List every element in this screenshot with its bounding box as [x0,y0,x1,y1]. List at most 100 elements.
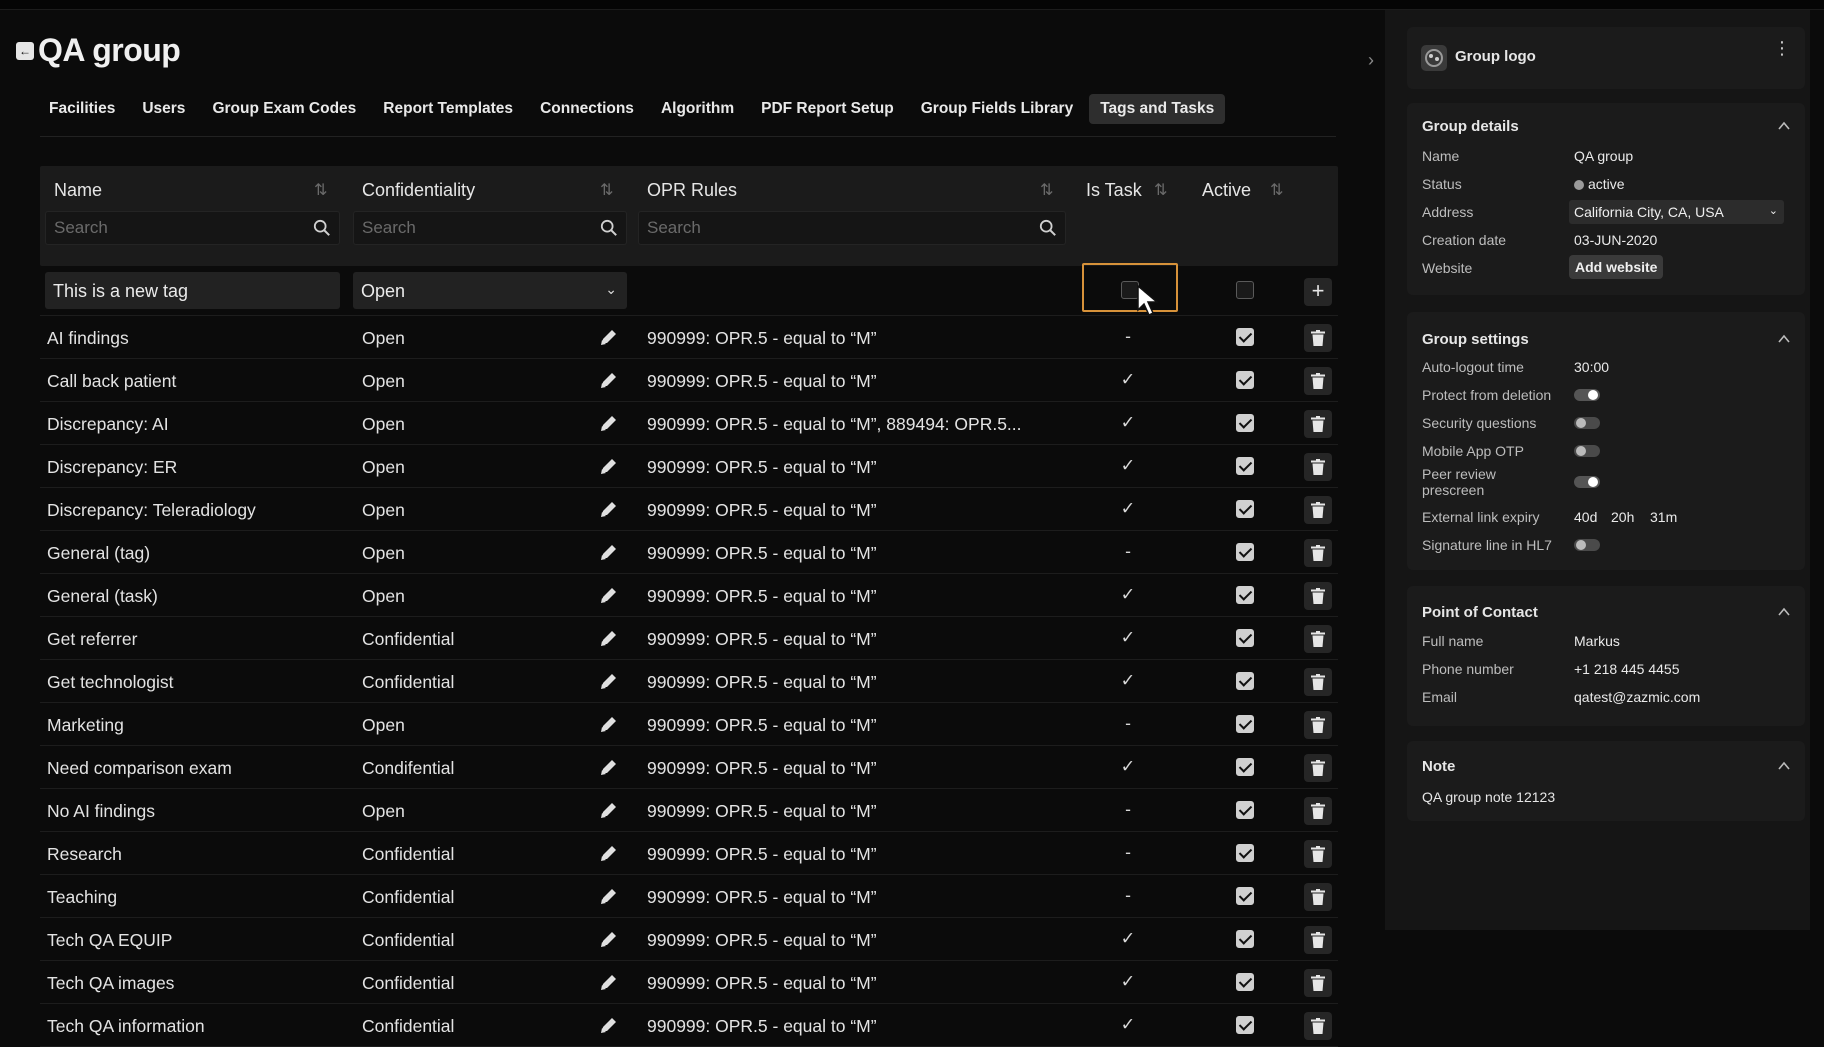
link-expiry-minutes[interactable]: 31m [1650,509,1677,525]
pencil-icon[interactable] [598,971,620,993]
pencil-icon[interactable] [598,498,620,520]
pencil-icon[interactable] [598,584,620,606]
new-tag-name-input[interactable]: This is a new tag [45,272,340,309]
active-checkbox[interactable] [1236,1016,1254,1034]
column-header-opr-rules[interactable]: OPR Rules [647,180,737,201]
active-checkbox[interactable] [1236,672,1254,690]
column-header-is-task[interactable]: Is Task [1086,180,1142,201]
pencil-icon[interactable] [598,326,620,348]
tab-report-templates[interactable]: Report Templates [372,94,524,124]
sort-icon[interactable]: ⇅ [1040,180,1053,200]
delete-button[interactable] [1304,539,1332,567]
pencil-icon[interactable] [598,627,620,649]
active-checkbox[interactable] [1236,371,1254,389]
table-row[interactable]: Get referrer Confidential 990999: OPR.5 - … [40,617,1338,660]
tab-pdf-report-setup[interactable]: PDF Report Setup [750,94,905,124]
security-questions-toggle[interactable] [1574,417,1600,429]
search-icon[interactable] [600,219,618,237]
column-header-confidentiality[interactable]: Confidentiality [362,180,475,201]
table-row[interactable]: Call back patient Open 990999: OPR.5 - equ… [40,359,1338,402]
delete-button[interactable] [1304,840,1332,868]
peer-review-toggle[interactable] [1574,476,1600,488]
column-header-name[interactable]: Name [54,180,102,201]
new-tag-confidentiality-select[interactable]: Open ⌄ [353,272,627,309]
pencil-icon[interactable] [598,541,620,563]
active-checkbox[interactable] [1236,758,1254,776]
delete-button[interactable] [1304,883,1332,911]
link-expiry-days[interactable]: 40d [1574,509,1597,525]
delete-button[interactable] [1304,324,1332,352]
table-row[interactable]: Discrepancy: AI Open 990999: OPR.5 - equal… [40,402,1338,445]
chevron-up-icon[interactable] [1777,605,1791,619]
active-checkbox[interactable] [1236,801,1254,819]
delete-button[interactable] [1304,582,1332,610]
table-row[interactable]: Research Confidential 990999: OPR.5 - equa… [40,832,1338,875]
table-row[interactable]: Need comparison exam Condifential 990999: … [40,746,1338,789]
more-vertical-icon[interactable]: ⋮ [1773,39,1791,57]
active-checkbox[interactable] [1236,715,1254,733]
pencil-icon[interactable] [598,369,620,391]
add-website-button[interactable]: Add website [1569,255,1664,279]
pencil-icon[interactable] [598,885,620,907]
tab-connections[interactable]: Connections [529,94,645,124]
pencil-icon[interactable] [598,670,620,692]
pencil-icon[interactable] [598,1014,620,1036]
table-row[interactable]: AI findings Open 990999: OPR.5 - equal to … [40,316,1338,359]
active-checkbox[interactable] [1236,887,1254,905]
protect-deletion-toggle[interactable] [1574,389,1600,401]
delete-button[interactable] [1304,625,1332,653]
active-checkbox[interactable] [1236,457,1254,475]
table-row[interactable]: Marketing Open 990999: OPR.5 - equal to “M… [40,703,1338,746]
search-icon[interactable] [1039,219,1057,237]
signature-line-toggle[interactable] [1574,539,1600,551]
table-row[interactable]: Teaching Confidential 990999: OPR.5 - equa… [40,875,1338,918]
active-checkbox[interactable] [1236,844,1254,862]
group-logo-icon[interactable] [1421,45,1447,71]
new-tag-active-checkbox[interactable] [1236,281,1254,299]
search-icon[interactable] [313,219,331,237]
auto-logout-value[interactable]: 30:00 [1574,359,1609,375]
chevron-up-icon[interactable] [1777,759,1791,773]
name-search-input[interactable] [54,218,339,238]
delete-button[interactable] [1304,453,1332,481]
tab-group-exam-codes[interactable]: Group Exam Codes [201,94,367,124]
pencil-icon[interactable] [598,928,620,950]
active-checkbox[interactable] [1236,930,1254,948]
confidentiality-search-input[interactable] [362,218,626,238]
chevron-up-icon[interactable] [1777,332,1791,346]
table-row[interactable]: Discrepancy: ER Open 990999: OPR.5 - equal… [40,445,1338,488]
link-expiry-hours[interactable]: 20h [1611,509,1634,525]
sort-icon[interactable]: ⇅ [314,180,327,200]
delete-button[interactable] [1304,1012,1332,1040]
back-arrow-icon[interactable]: ← [16,41,34,60]
tab-tags-and-tasks[interactable]: Tags and Tasks [1089,94,1226,124]
active-checkbox[interactable] [1236,973,1254,991]
tab-algorithm[interactable]: Algorithm [650,94,745,124]
active-checkbox[interactable] [1236,414,1254,432]
pencil-icon[interactable] [598,455,620,477]
table-row[interactable]: General (task) Open 990999: OPR.5 - equal … [40,574,1338,617]
tab-group-fields-library[interactable]: Group Fields Library [910,94,1084,124]
active-checkbox[interactable] [1236,586,1254,604]
address-select[interactable]: California City, CA, USA ⌄ [1569,200,1784,224]
delete-button[interactable] [1304,711,1332,739]
sort-icon[interactable]: ⇅ [600,180,613,200]
table-row[interactable]: Discrepancy: Teleradiology Open 990999: OP… [40,488,1338,531]
pencil-icon[interactable] [598,756,620,778]
opr-search-input[interactable] [647,218,1065,238]
delete-button[interactable] [1304,969,1332,997]
delete-button[interactable] [1304,367,1332,395]
delete-button[interactable] [1304,797,1332,825]
pencil-icon[interactable] [598,713,620,735]
sort-icon[interactable]: ⇅ [1154,180,1167,200]
delete-button[interactable] [1304,496,1332,524]
active-checkbox[interactable] [1236,543,1254,561]
delete-button[interactable] [1304,754,1332,782]
chevron-right-icon[interactable]: › [1368,50,1374,71]
delete-button[interactable] [1304,926,1332,954]
table-row[interactable]: Tech QA images Confidential 990999: OPR.5 … [40,961,1338,1004]
table-row[interactable]: Get technologist Confidential 990999: OPR.… [40,660,1338,703]
tab-users[interactable]: Users [131,94,196,124]
active-checkbox[interactable] [1236,500,1254,518]
active-checkbox[interactable] [1236,328,1254,346]
